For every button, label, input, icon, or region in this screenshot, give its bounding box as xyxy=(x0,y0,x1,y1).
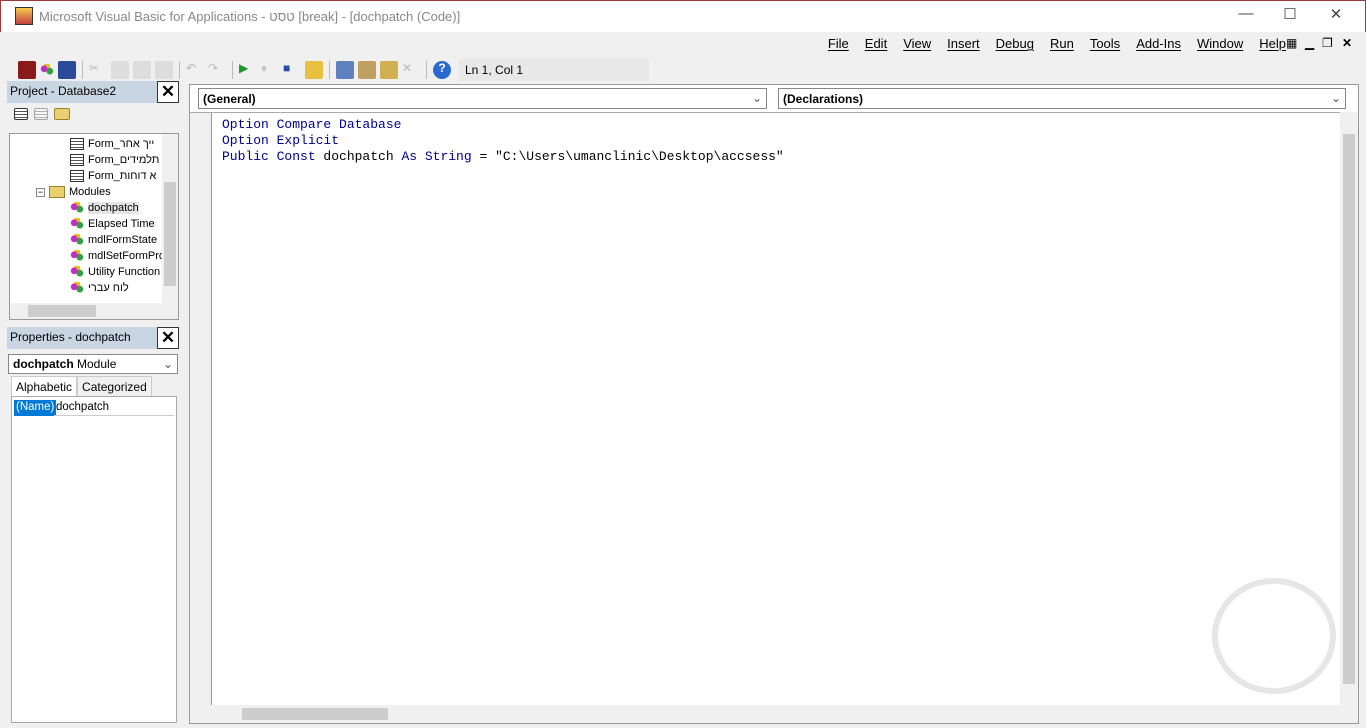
project-explorer-icon[interactable] xyxy=(336,60,354,79)
property-name[interactable]: (Name) xyxy=(14,400,57,416)
project-explorer-header: Project - Database2 ✕ xyxy=(7,81,179,103)
vba-app-icon xyxy=(15,7,33,25)
toggle-folders-icon[interactable] xyxy=(54,108,70,120)
menu-bar: Help Window Add-Ins Tools Run Debug Inse… xyxy=(0,32,1366,56)
object-selector[interactable]: dochpatch Module ⌄ xyxy=(8,354,178,374)
menu-insert[interactable]: Insert xyxy=(947,36,980,51)
menu-file[interactable]: File xyxy=(828,36,849,51)
code-vertical-scrollbar[interactable] xyxy=(1340,112,1358,706)
procedure-combo[interactable]: (Declarations) ⌄ xyxy=(778,88,1346,109)
properties-grid: (Name) dochpatch xyxy=(11,396,177,723)
chevron-down-icon: ⌄ xyxy=(162,357,173,371)
doc-close-button[interactable]: ✕ xyxy=(1342,36,1352,50)
break-icon[interactable]: ⏸ xyxy=(261,61,279,79)
close-button[interactable]: ✕ xyxy=(1321,5,1351,27)
maximize-button[interactable]: ☐ xyxy=(1275,5,1305,27)
tree-item[interactable]: mdlFormState xyxy=(70,232,157,248)
properties-header: Properties - dochpatch ✕ xyxy=(7,327,179,349)
minimize-button[interactable]: — xyxy=(1231,5,1261,27)
project-tree: Form_ייך אחר Form_תלמידים Form_א דוחות −… xyxy=(9,133,179,320)
undo-icon[interactable]: ↶ xyxy=(186,61,204,79)
standard-toolbar: ✂ ↶ ↷ ▶ ⏸ ■ ✕ ? Ln 1, Col 1 xyxy=(8,57,672,82)
code-line: Option Explicit xyxy=(222,133,340,148)
object-combo[interactable]: (General) ⌄ xyxy=(198,88,767,109)
menu-debug[interactable]: Debug xyxy=(996,36,1034,51)
code-text[interactable]: Option Compare Database Option Explicit Pu… xyxy=(222,117,784,165)
reset-icon[interactable]: ■ xyxy=(283,61,301,79)
window-title: Microsoft Visual Basic for Applications … xyxy=(39,9,461,24)
form-icon xyxy=(70,138,84,150)
tree-item[interactable]: Form_א דוחות xyxy=(70,168,156,184)
collapse-icon[interactable]: − xyxy=(36,187,45,197)
property-value[interactable]: dochpatch xyxy=(54,400,174,416)
title-bar: Microsoft Visual Basic for Applications … xyxy=(0,0,1366,32)
tree-item[interactable]: Form_תלמידים xyxy=(70,152,159,168)
form-icon xyxy=(70,154,84,166)
tree-item[interactable]: mdlSetFormPro xyxy=(70,248,165,264)
paste-icon[interactable] xyxy=(133,60,151,79)
save-icon[interactable] xyxy=(58,60,76,79)
doc-minimize-button[interactable]: ▁ xyxy=(1305,36,1314,50)
module-icon xyxy=(70,202,84,214)
tree-folder-modules[interactable]: − Modules xyxy=(36,184,111,200)
doc-restore-button[interactable]: ❐ xyxy=(1322,36,1333,50)
tree-vertical-scrollbar[interactable] xyxy=(162,134,178,319)
insert-module-icon[interactable] xyxy=(40,63,54,76)
properties-tabs: Alphabetic Categorized xyxy=(11,376,152,397)
project-toolbar xyxy=(14,108,70,120)
design-mode-icon[interactable] xyxy=(305,60,323,79)
tab-alphabetic[interactable]: Alphabetic xyxy=(11,376,78,397)
module-icon xyxy=(70,218,84,230)
close-properties-button[interactable]: ✕ xyxy=(157,327,179,349)
margin-indicator-bar[interactable] xyxy=(190,113,212,706)
cut-icon[interactable]: ✂ xyxy=(89,61,107,79)
view-object-icon[interactable] xyxy=(34,108,48,120)
project-explorer-title: Project - Database2 xyxy=(10,84,117,98)
toolbox-icon[interactable]: ✕ xyxy=(402,61,420,79)
code-line: Option Compare Database xyxy=(222,117,402,132)
redo-icon[interactable]: ↷ xyxy=(208,61,226,79)
copy-icon[interactable] xyxy=(111,60,129,79)
module-icon xyxy=(70,234,84,246)
cursor-position: Ln 1, Col 1 xyxy=(459,58,649,81)
module-icon xyxy=(70,266,84,278)
view-access-icon[interactable] xyxy=(18,60,36,79)
module-icon xyxy=(70,250,84,262)
close-project-explorer-button[interactable]: ✕ xyxy=(157,81,179,103)
tree-item[interactable]: dochpatch xyxy=(70,200,139,216)
menu-edit[interactable]: Edit xyxy=(865,36,887,51)
menu-run[interactable]: Run xyxy=(1050,36,1074,51)
code-line: Public Const dochpatch As String = "C:\U… xyxy=(222,149,784,164)
tree-item[interactable]: לוח עברי xyxy=(70,280,129,296)
form-icon xyxy=(70,170,84,182)
code-window: (General) ⌄ (Declarations) ⌄ Option Compar… xyxy=(189,84,1359,724)
tab-categorized[interactable]: Categorized xyxy=(77,376,152,397)
menu-tools[interactable]: Tools xyxy=(1090,36,1120,51)
properties-title: Properties - dochpatch xyxy=(10,330,131,344)
view-code-icon[interactable] xyxy=(14,108,28,120)
tree-horizontal-scrollbar[interactable] xyxy=(10,303,178,319)
find-icon[interactable] xyxy=(155,60,173,79)
run-icon[interactable]: ▶ xyxy=(239,61,257,79)
menu-help[interactable]: Help xyxy=(1259,36,1286,51)
tree-item[interactable]: Elapsed Time xyxy=(70,216,155,232)
code-horizontal-scrollbar[interactable] xyxy=(190,705,1358,723)
properties-window-icon[interactable] xyxy=(358,60,376,79)
object-browser-icon[interactable] xyxy=(380,60,398,79)
chevron-down-icon: ⌄ xyxy=(1330,91,1341,105)
doc-icon: ▦ xyxy=(1286,36,1298,50)
folder-icon xyxy=(49,186,65,198)
menu-view[interactable]: View xyxy=(903,36,931,51)
menu-add-ins[interactable]: Add-Ins xyxy=(1136,36,1181,51)
menu-window[interactable]: Window xyxy=(1197,36,1243,51)
help-icon[interactable]: ? xyxy=(433,60,451,79)
tree-item[interactable]: Form_ייך אחר xyxy=(70,136,154,152)
code-editor[interactable]: Option Compare Database Option Explicit Pu… xyxy=(190,112,1340,706)
chevron-down-icon: ⌄ xyxy=(751,91,762,105)
tree-item[interactable]: Utility Function xyxy=(70,264,160,280)
module-icon xyxy=(70,282,84,294)
netfree-watermark xyxy=(1212,578,1336,694)
